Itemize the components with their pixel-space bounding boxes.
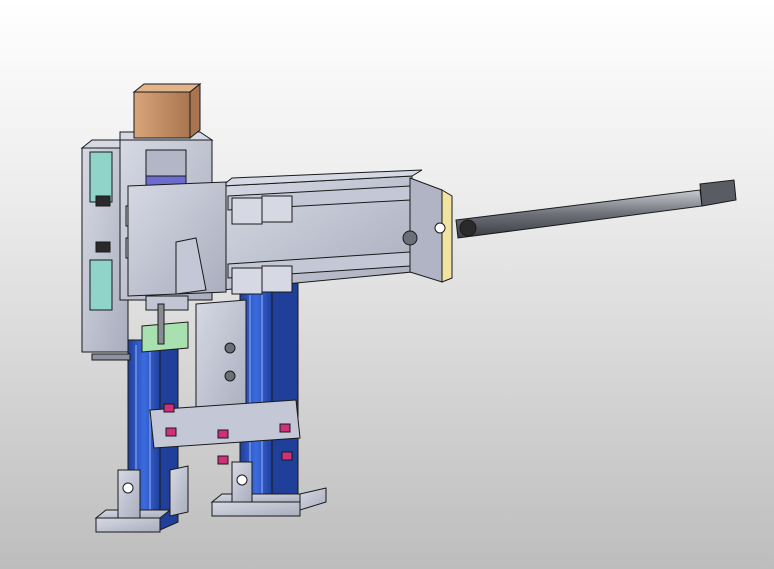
cad-viewport[interactable] (0, 0, 774, 569)
horizontal-rail-beam[interactable] (220, 169, 453, 295)
guide-block-clamp[interactable] (141, 295, 189, 353)
cad-model-render[interactable] (0, 0, 774, 569)
pneumatic-cylinder-rod[interactable] (455, 179, 737, 239)
carriage-plate[interactable] (127, 181, 227, 297)
